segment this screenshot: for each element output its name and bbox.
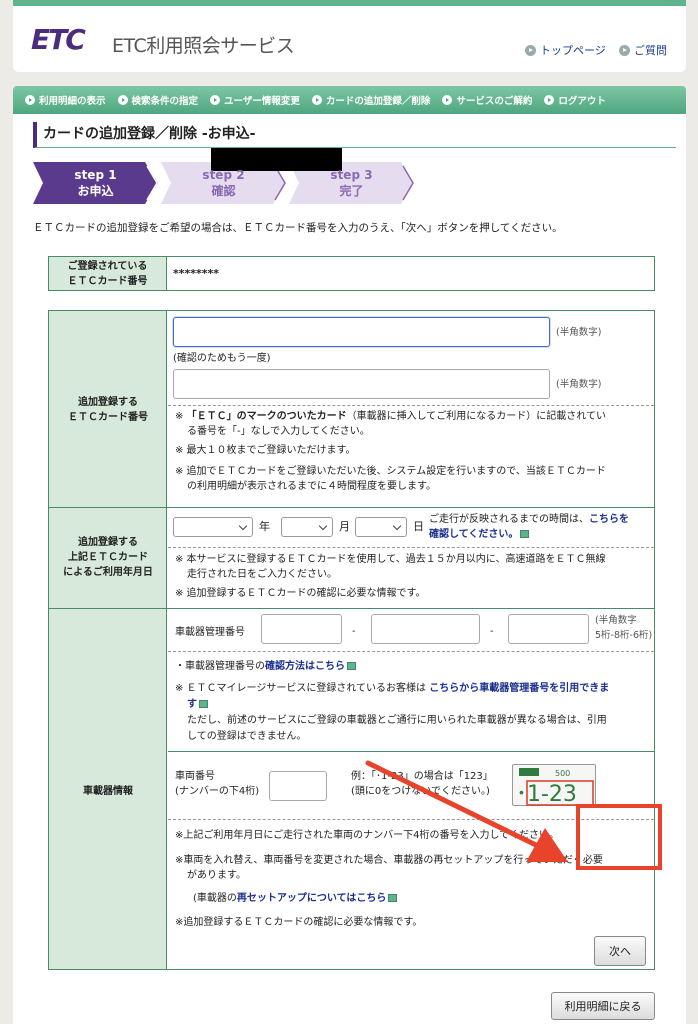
main-nav: 利用明細の表示 検索条件の指定 ユーザー情報変更 カードの追加登録／削除 サービ…: [13, 86, 686, 114]
mileage-note: ※ ＥＴＣマイレージサービスに登録されているお客様は こちらから車載器管理番号を…: [175, 683, 610, 694]
logo-text: ETC: [31, 24, 86, 54]
page: ETC ETC利用照会サービス トップページ ご質問 利用明細の表示 検索条件の…: [13, 0, 686, 1024]
faq-link[interactable]: ご質問: [619, 42, 667, 58]
external-link-icon: [199, 700, 208, 708]
month-select[interactable]: [281, 517, 333, 537]
registered-card-table: ご登録されている ＥＴＣカード番号 ********: [48, 256, 655, 291]
device-check-link[interactable]: 確認方法はこちら: [265, 661, 345, 672]
top-page-link[interactable]: トップページ: [525, 42, 606, 58]
nav-logout[interactable]: ログアウト: [544, 93, 606, 107]
etc-logo[interactable]: ETC: [31, 23, 109, 56]
reflection-time-link-2[interactable]: 確認してください。: [429, 529, 518, 540]
registered-card-label: ご登録されている ＥＴＣカード番号: [48, 256, 167, 291]
card-note-1b: る番号を「-」なしで入力してください。: [187, 426, 370, 437]
plate-label-sub: (ナンバーの下4桁): [175, 786, 260, 797]
mileage-link-2[interactable]: す: [187, 699, 197, 710]
step-indicator: step 1 お申込 step 2 確認 step 3 完了: [33, 162, 414, 204]
device-mgmt-label: 車載器管理番号: [175, 627, 245, 638]
arrow-circle-icon: [25, 95, 35, 105]
device-mgmt-input-1[interactable]: [261, 614, 342, 644]
setup-link[interactable]: 再セットアップについてはこちら: [237, 893, 387, 904]
header: ETC ETC利用照会サービス トップページ ご質問: [13, 6, 686, 72]
date-note-1: ※ 本サービスに登録するＥＴＣカードを使用して、過去１５か月以内に、高速道路をＥ…: [175, 554, 606, 565]
external-link-icon: [520, 530, 530, 538]
back-to-usage-button[interactable]: 利用明細に戻る: [551, 992, 655, 1020]
card-number-confirm-input[interactable]: [173, 369, 550, 399]
arrow-circle-icon: [525, 44, 536, 56]
arrow-circle-icon: [544, 95, 555, 105]
annotation-arrow-icon: [365, 760, 568, 862]
confirm-label: (確認のためもう一度): [173, 353, 271, 364]
external-link-icon: [347, 662, 356, 670]
arrow-circle-icon: [619, 44, 630, 56]
year-select[interactable]: [173, 517, 253, 537]
device-note-4: ※追加登録するＥＴＣカードの確認に必要な情報です。: [175, 917, 423, 928]
step-1: step 1 お申込: [33, 162, 158, 204]
vehicle-number-input[interactable]: [269, 771, 327, 801]
next-button[interactable]: 次へ: [594, 936, 646, 966]
nav-card-add-delete[interactable]: カードの追加登録／削除: [311, 93, 430, 107]
day-select[interactable]: [355, 517, 407, 537]
card-note-1: ※ 「ＥＴＣ」のマークのついたカード（車載器に挿入してご利用になるカード）に記載…: [175, 411, 606, 422]
card-number-input[interactable]: [173, 317, 550, 347]
reflection-time-note: ご走行が反映されるまでの時間は、こちらを: [429, 514, 629, 525]
mileage-note-4: しての登録はできません。: [187, 731, 307, 742]
device-note-2b: があります。: [187, 870, 246, 881]
mileage-note-3: ただし、前述のサービスにご登録の車載器とご通行に用いられた車載器が異なる場合は、…: [187, 715, 607, 726]
card-number-hint: (半角数字): [556, 327, 602, 338]
highlight-box: [576, 804, 662, 870]
main-content: カードの追加登録／削除 -お申込- step 1 お申込 step 2 確認 ste…: [13, 114, 686, 1024]
device-mgmt-input-2[interactable]: [371, 614, 480, 644]
date-note-2: ※ 追加登録するＥＴＣカードの確認に必要な情報です。: [175, 588, 426, 599]
row-divider: [49, 507, 654, 508]
device-check-note: ・車載器管理番号の確認方法はこちら: [175, 659, 356, 674]
external-link-icon: [388, 894, 398, 902]
row-divider: [49, 608, 654, 609]
card-note-3: ※ 追加でＥＴＣカードをご登録いただいた後、システム設定を行いますので、当該ＥＴ…: [175, 466, 606, 477]
nav-user-info[interactable]: ユーザー情報変更: [210, 93, 300, 107]
nav-usage-details[interactable]: 利用明細の表示: [25, 93, 106, 107]
usage-date-label: 追加登録する 上記ＥＴＣカード によるご利用年月日: [63, 537, 153, 578]
device-info-label: 車載器情報: [83, 786, 133, 797]
arrow-circle-icon: [210, 95, 221, 105]
mileage-link[interactable]: こちらから車載器管理番号を引用できま: [429, 683, 609, 694]
setup-note: (車載器の再セットアップについてはこちら: [193, 891, 398, 906]
card-note-3b: の利用明細が表示されるまでに４時間程度を要します。: [187, 481, 436, 492]
date-note-1b: 走行された日をご入力ください。: [187, 569, 337, 580]
plate-label: 車両番号: [175, 771, 215, 782]
arrow-circle-icon: [117, 95, 128, 105]
card-note-2: ※ 最大１０枚までご登録いただけます。: [175, 445, 356, 456]
registered-card-value: ********: [166, 256, 655, 291]
nav-search-conditions[interactable]: 検索条件の指定: [117, 93, 198, 107]
card-number-confirm-hint: (半角数字): [556, 379, 602, 390]
page-title: カードの追加登録／削除 -お申込-: [33, 122, 676, 148]
arrow-circle-icon: [442, 95, 453, 105]
reflection-time-link[interactable]: こちらを: [589, 514, 629, 525]
arrow-circle-icon: [311, 95, 322, 105]
device-mgmt-input-3[interactable]: [508, 614, 589, 644]
nav-cancel-service[interactable]: サービスのご解約: [442, 93, 532, 107]
intro-text: ＥＴＣカードの追加登録をご希望の場合は、ＥＴＣカード番号を入力のうえ、「次へ」ボ…: [33, 222, 563, 234]
service-name: ETC利用照会サービス: [112, 35, 295, 57]
card-number-label: 追加登録する ＥＴＣカード番号: [68, 397, 148, 423]
